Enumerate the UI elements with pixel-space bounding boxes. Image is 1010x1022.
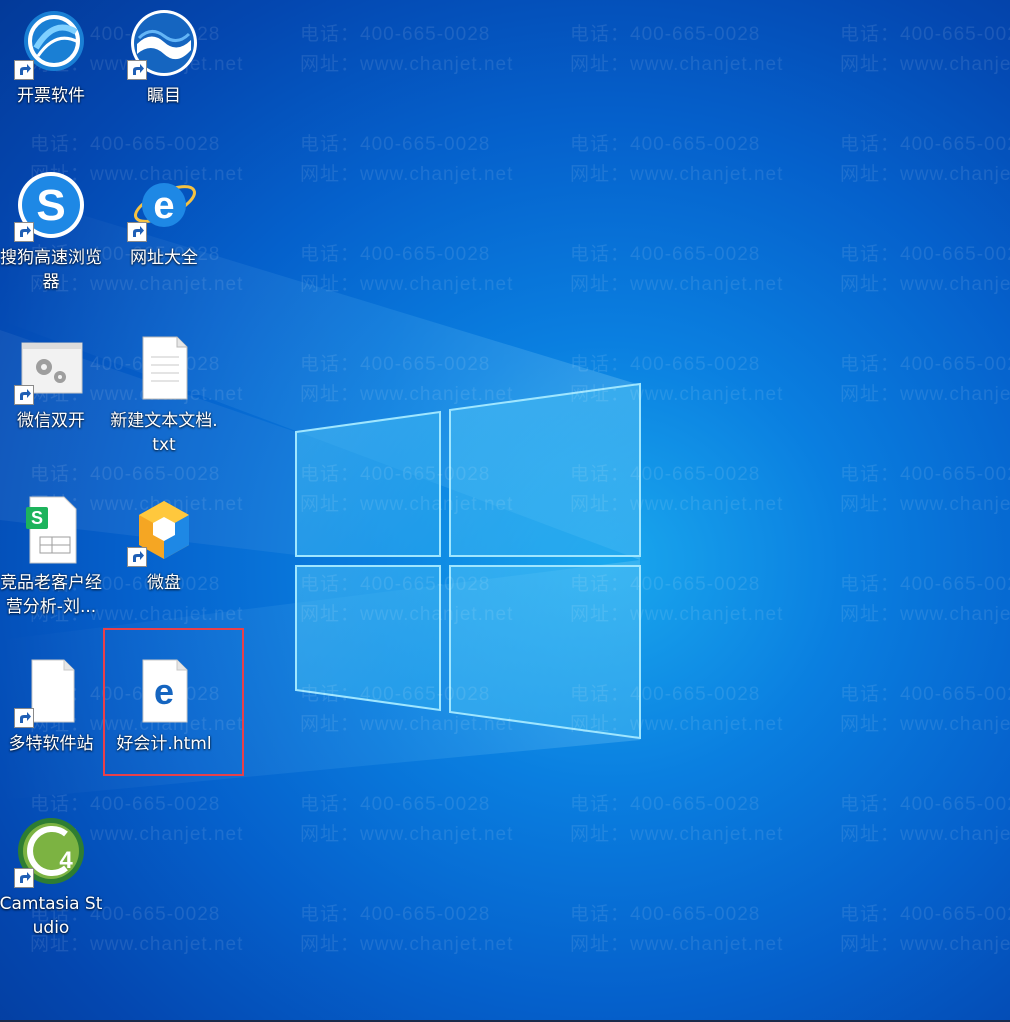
shortcut-arrow-icon: [14, 385, 34, 405]
desktop-icon-text-file[interactable]: 新建文本文档.txt: [109, 333, 219, 457]
shortcut-arrow-icon: [127, 222, 147, 242]
watermark-text: 电话：400-665-0028网址：www.chanjet.net: [300, 794, 514, 845]
desktop-icon-ie-browser[interactable]: e 网址大全: [109, 170, 219, 270]
desktop-icon-zhumu[interactable]: 瞩目: [109, 8, 219, 108]
watermark-text: 电话：400-665-0028网址：www.chanjet.net: [300, 464, 514, 515]
desktop-icon-spreadsheet[interactable]: S 竞品老客户经营分析-刘...: [0, 495, 106, 619]
svg-text:S: S: [31, 508, 43, 528]
watermark-text: 电话：400-665-0028网址：www.chanjet.net: [300, 354, 514, 405]
desktop-icon-haokuaiji-html[interactable]: e 好会计.html: [109, 656, 219, 756]
watermark-text: 电话：400-665-0028网址：www.chanjet.net: [570, 354, 784, 405]
watermark-text: 电话：400-665-0028网址：www.chanjet.net: [570, 24, 784, 75]
desktop-icon-wechat-dual[interactable]: 微信双开: [0, 333, 106, 433]
watermark-text: 电话：400-665-0028网址：www.chanjet.net: [300, 904, 514, 955]
watermark-text: 电话：400-665-0028网址：www.chanjet.net: [300, 574, 514, 625]
watermark-text: 电话：400-665-0028网址：www.chanjet.net: [840, 464, 1010, 515]
icon-label: 搜狗高速浏览器: [0, 248, 102, 292]
svg-text:4: 4: [59, 847, 73, 874]
shortcut-arrow-icon: [14, 60, 34, 80]
watermark-text: 电话：400-665-0028网址：www.chanjet.net: [300, 24, 514, 75]
shortcut-arrow-icon: [14, 708, 34, 728]
icon-label: 新建文本文档.txt: [110, 411, 218, 455]
icon-label: 网址大全: [130, 248, 198, 268]
icon-label: 瞩目: [147, 86, 181, 106]
watermark-text: 电话：400-665-0028网址：www.chanjet.net: [570, 904, 784, 955]
watermark-text: 电话：400-665-0028网址：www.chanjet.net: [840, 574, 1010, 625]
watermark-text: 电话：400-665-0028网址：www.chanjet.net: [840, 244, 1010, 295]
desktop[interactable]: 电话：400-665-0028网址：www.chanjet.net 电话：400-…: [0, 0, 1010, 1022]
desktop-icon-duote[interactable]: 多特软件站: [0, 656, 106, 756]
watermark-text: 电话：400-665-0028网址：www.chanjet.net: [300, 134, 514, 185]
watermark-text: 电话：400-665-0028网址：www.chanjet.net: [570, 794, 784, 845]
shortcut-arrow-icon: [127, 60, 147, 80]
watermark-text: 电话：400-665-0028网址：www.chanjet.net: [840, 134, 1010, 185]
icon-label: Camtasia Studio: [0, 894, 103, 938]
spreadsheet-icon: S: [26, 496, 77, 564]
watermark-text: 电话：400-665-0028网址：www.chanjet.net: [300, 244, 514, 295]
desktop-icon-camtasia[interactable]: 4 Camtasia Studio: [0, 816, 106, 940]
shortcut-arrow-icon: [14, 868, 34, 888]
desktop-icon-invoice-software[interactable]: 开票软件: [0, 8, 106, 108]
watermark-text: 电话：400-665-0028网址：www.chanjet.net: [840, 24, 1010, 75]
svg-text:e: e: [153, 185, 174, 227]
svg-text:e: e: [154, 671, 174, 712]
shortcut-arrow-icon: [127, 547, 147, 567]
watermark-text: 电话：400-665-0028网址：www.chanjet.net: [570, 134, 784, 185]
watermark-text: 电话：400-665-0028网址：www.chanjet.net: [570, 574, 784, 625]
svg-text:S: S: [36, 181, 65, 230]
watermark-text: 电话：400-665-0028网址：www.chanjet.net: [840, 684, 1010, 735]
watermark-text: 电话：400-665-0028网址：www.chanjet.net: [840, 354, 1010, 405]
watermark-text: 电话：400-665-0028网址：www.chanjet.net: [570, 684, 784, 735]
icon-label: 竞品老客户经营分析-刘...: [0, 573, 102, 617]
icon-label: 微盘: [147, 573, 181, 593]
desktop-icon-sogou-browser[interactable]: S 搜狗高速浏览器: [0, 170, 106, 294]
shortcut-arrow-icon: [14, 222, 34, 242]
watermark-text: 电话：400-665-0028网址：www.chanjet.net: [840, 794, 1010, 845]
icon-label: 好会计.html: [116, 734, 212, 754]
icon-label: 开票软件: [17, 86, 85, 106]
edge-html-file-icon: e: [142, 659, 188, 723]
text-file-icon: [142, 336, 188, 400]
desktop-icon-weipan[interactable]: 微盘: [109, 495, 219, 595]
watermark-text: 电话：400-665-0028网址：www.chanjet.net: [300, 684, 514, 735]
watermark-text: 电话：400-665-0028网址：www.chanjet.net: [570, 244, 784, 295]
watermark-text: 电话：400-665-0028网址：www.chanjet.net: [840, 904, 1010, 955]
icon-label: 微信双开: [17, 411, 85, 431]
watermark-text: 电话：400-665-0028网址：www.chanjet.net: [570, 464, 784, 515]
icon-label: 多特软件站: [8, 734, 94, 754]
